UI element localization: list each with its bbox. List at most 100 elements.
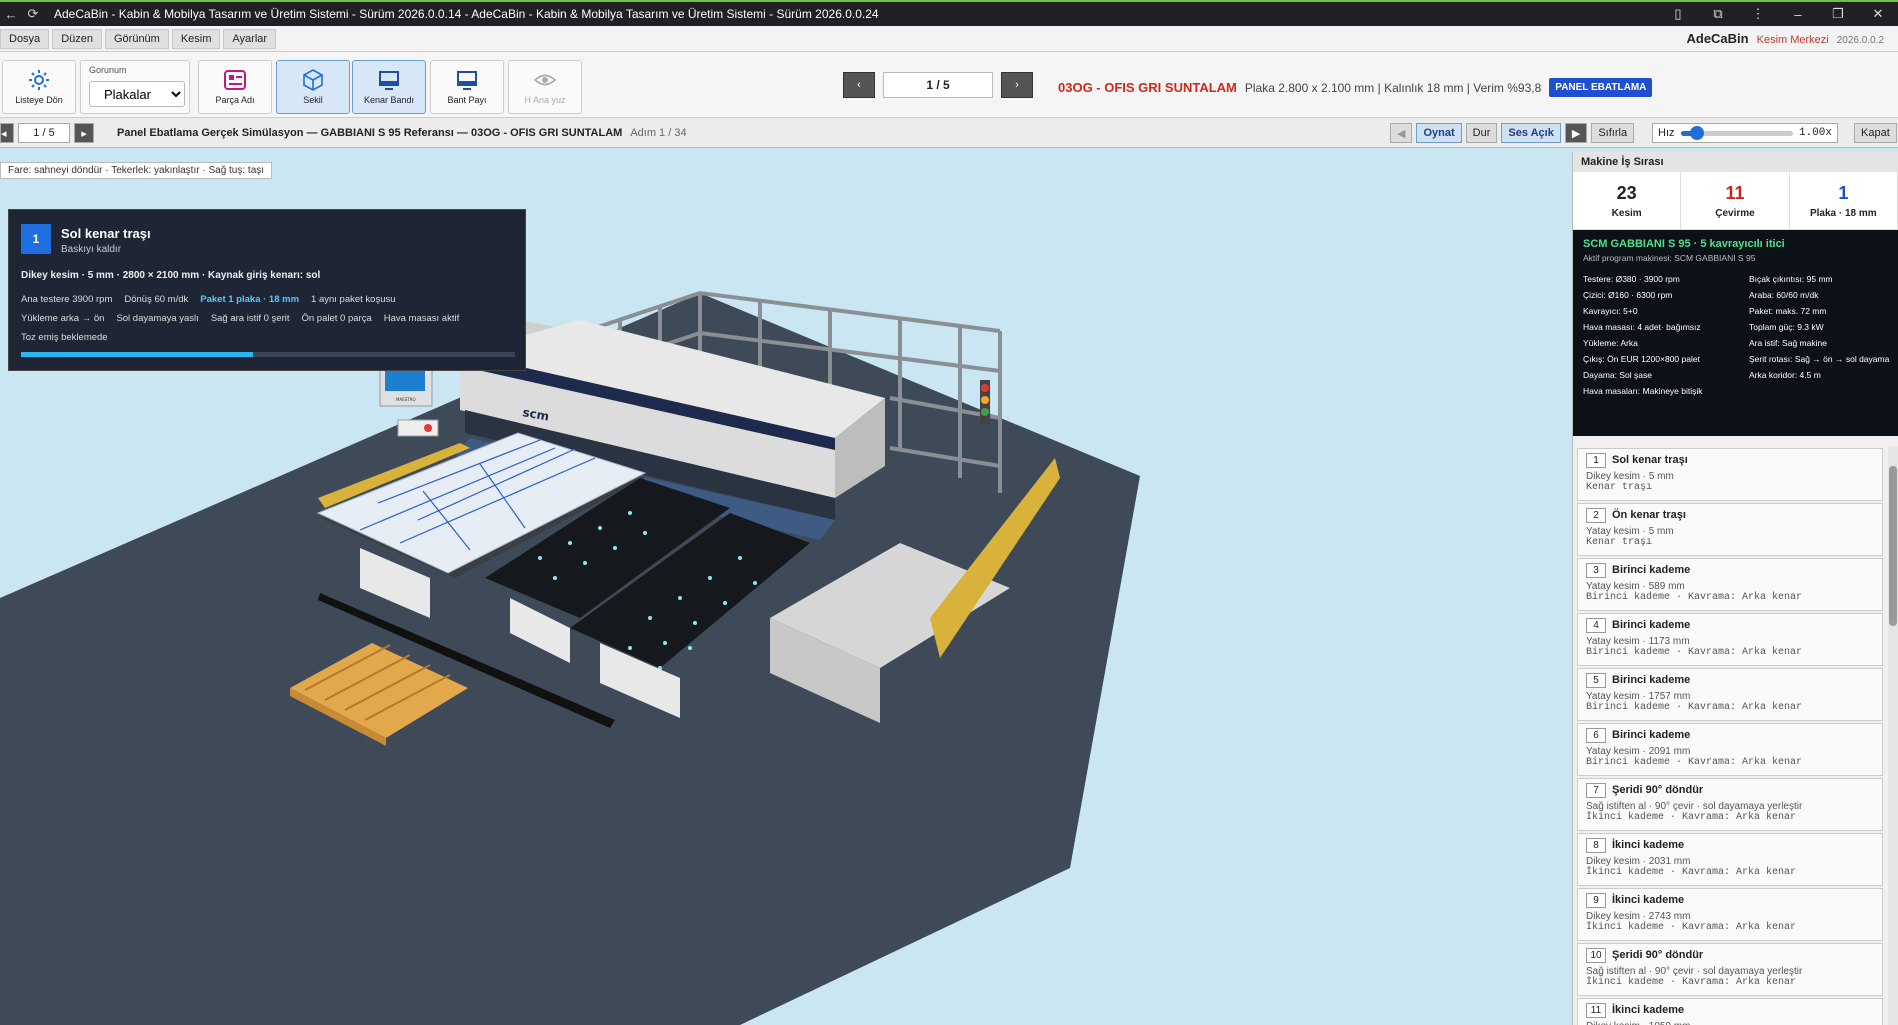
menu-edit[interactable]: Düzen: [52, 28, 102, 49]
job-line-1: Yatay kesim · 1757 mm: [1586, 691, 1691, 702]
material-info: 03OG - OFIS GRI SUNTALAM Plaka 2.800 x 2…: [1058, 78, 1653, 97]
step-info: Yükleme arka → ön: [21, 313, 105, 324]
machine-spec: Çıkış: Ön EUR 1200×800 palet: [1583, 354, 1700, 364]
reload-icon[interactable]: ⟳: [22, 6, 44, 22]
emergency-stop: [424, 424, 432, 432]
eye-icon: [533, 69, 557, 91]
job-item[interactable]: 7 Şeridi 90° döndür Sağ istiften al · 90° …: [1577, 778, 1883, 831]
step-info: Sol dayamaya yaslı: [116, 313, 199, 324]
extensions-icon[interactable]: ⧉: [1698, 6, 1738, 22]
machine-spec: Toplam güç: 9.3 kW: [1749, 322, 1824, 332]
step-row-1: Ana testere 3900 rpm Dönüş 60 m/dk Paket…: [21, 294, 396, 305]
job-item[interactable]: 2 Ön kenar traşı Yatay kesim · 5 mm Kenar t…: [1577, 503, 1883, 556]
step-title: Sol kenar traşı: [61, 226, 151, 241]
machine-spec: Ara istif: Sağ makine: [1749, 338, 1827, 348]
close-button[interactable]: Kapat: [1854, 123, 1897, 143]
back-to-list-button[interactable]: Listeye Dön: [2, 60, 76, 114]
band-share-button[interactable]: Bant Payı: [430, 60, 504, 114]
restore-icon[interactable]: ❐: [1818, 6, 1858, 22]
sim-prev-button[interactable]: ◂: [0, 123, 14, 143]
job-item[interactable]: 4 Birinci kademe Yatay kesim · 1173 mm Biri…: [1577, 613, 1883, 666]
job-number: 5: [1586, 673, 1606, 688]
job-item[interactable]: 6 Birinci kademe Yatay kesim · 2091 mm Biri…: [1577, 723, 1883, 776]
job-item[interactable]: 8 İkinci kademe Dikey kesim · 2031 mm İkinc…: [1577, 833, 1883, 886]
stats-row: 23 Kesim 11 Çevirme 1 Plaka · 18 mm: [1573, 172, 1898, 230]
band-share-label: Bant Payı: [447, 95, 487, 105]
edge-band-button[interactable]: Kenar Bandı: [352, 60, 426, 114]
step-info: Ana testere 3900 rpm: [21, 294, 113, 305]
machine-spec: Yükleme: Arka: [1583, 338, 1638, 348]
job-line-1: Yatay kesim · 2091 mm: [1586, 746, 1691, 757]
job-item[interactable]: 11 İkinci kademe Dikey kesim · 1059 mm: [1577, 998, 1883, 1025]
job-number: 10: [1586, 948, 1606, 963]
machine-spec: Bıçak çıkıntısı: 95 mm: [1749, 274, 1833, 284]
menu-cut[interactable]: Kesim: [171, 28, 221, 49]
menu-settings[interactable]: Ayarlar: [223, 28, 277, 49]
scrollbar-thumb[interactable]: [1889, 466, 1897, 626]
next-plate-button[interactable]: ›: [1001, 72, 1033, 98]
menu-bar: Dosya Düzen Görünüm Kesim Ayarlar AdeCaB…: [0, 26, 1898, 52]
close-window-icon[interactable]: ✕: [1858, 6, 1898, 22]
job-number: 2: [1586, 508, 1606, 523]
minimize-icon[interactable]: –: [1778, 7, 1818, 22]
view-select[interactable]: Plakalar: [89, 81, 185, 107]
play-button[interactable]: Oynat: [1416, 123, 1462, 143]
job-item[interactable]: 9 İkinci kademe Dikey kesim · 2743 mm İkinc…: [1577, 888, 1883, 941]
job-line-2: Birinci kademe · Kavrama: Arka kenar: [1586, 702, 1803, 713]
step-progress-fill: [21, 352, 254, 357]
page-icon[interactable]: ▯: [1658, 6, 1698, 22]
brand-name: AdeCaBin: [1686, 31, 1749, 46]
job-line-1: Dikey kesim · 2743 mm: [1586, 911, 1691, 922]
main-face-button[interactable]: H Ana yuz: [508, 60, 582, 114]
stat-plates: 1 Plaka · 18 mm: [1790, 172, 1898, 229]
shape-label: Sekil: [303, 95, 323, 105]
back-arrow-icon[interactable]: ←: [0, 7, 22, 22]
machine-specs: Testere: Ø380 · 3900 rpm Bıçak çıkıntısı:…: [1583, 273, 1889, 397]
job-list-scrollbar[interactable]: [1888, 446, 1898, 1025]
machine-spec: Hava masası: 4 adet· bağımsız: [1583, 322, 1701, 332]
sound-button[interactable]: Ses Açık: [1501, 123, 1561, 143]
simulation-bar: ◂ 1 / 5 ▸ Panel Ebatlama Gerçek Simülasy…: [0, 118, 1898, 148]
job-number: 3: [1586, 563, 1606, 578]
stat-value: 11: [1725, 182, 1745, 203]
job-line-2: Birinci kademe · Kavrama: Arka kenar: [1586, 757, 1803, 768]
menu-file[interactable]: Dosya: [0, 28, 50, 49]
menu-view[interactable]: Görünüm: [104, 28, 169, 49]
job-number: 11: [1586, 1003, 1606, 1018]
brand: AdeCaBin Kesim Merkezi 2026.0.0.2: [1686, 31, 1884, 46]
sim-page-value: 1 / 5: [18, 123, 70, 143]
stat-cuts: 23 Kesim: [1573, 172, 1682, 229]
job-item[interactable]: 1 Sol kenar traşı Dikey kesim · 5 mm Kenar …: [1577, 448, 1883, 501]
job-title: İkinci kademe: [1612, 894, 1685, 906]
signal-red-light: [981, 384, 989, 392]
machine-spec: [1749, 385, 1897, 397]
job-line-2: Kenar traşı: [1586, 482, 1653, 493]
job-number: 8: [1586, 838, 1606, 853]
job-title: Ön kenar traşı: [1612, 509, 1686, 521]
speed-slider[interactable]: [1680, 125, 1793, 140]
machine-info: SCM GABBIANI S 95 · 5 kavrayıcılı itici …: [1573, 230, 1898, 436]
job-item[interactable]: 3 Birinci kademe Yatay kesim · 589 mm Birin…: [1577, 558, 1883, 611]
job-title: Şeridi 90° döndür: [1612, 784, 1704, 796]
job-title: Şeridi 90° döndür: [1612, 949, 1704, 961]
machine-spec: Araba: 60/60 m/dk: [1749, 290, 1819, 300]
job-line-2: Kenar traşı: [1586, 537, 1653, 548]
shape-button[interactable]: Sekil: [276, 60, 350, 114]
job-item[interactable]: 10 Şeridi 90° döndür Sağ istiften al · 90°…: [1577, 943, 1883, 996]
speed-label: Hız: [1658, 127, 1675, 139]
stop-button[interactable]: Dur: [1465, 123, 1498, 143]
more-menu-icon[interactable]: ⋮: [1738, 6, 1778, 22]
job-title: Birinci kademe: [1612, 674, 1691, 686]
job-item[interactable]: 5 Birinci kademe Yatay kesim · 1757 mm Biri…: [1577, 668, 1883, 721]
reset-button[interactable]: Sıfırla: [1591, 123, 1635, 143]
sim-next-button[interactable]: ▸: [74, 123, 94, 143]
sim-title: Panel Ebatlama Gerçek Simülasyon — GABBI…: [117, 127, 687, 139]
part-name-button[interactable]: Parça Adı: [198, 60, 272, 114]
job-line-1: Sağ istiften al · 90° çevir · sol dayama…: [1586, 966, 1803, 977]
sim-back-button[interactable]: ◀: [1390, 123, 1413, 143]
step-forward-button[interactable]: ▶: [1564, 123, 1588, 143]
speed-slider-knob[interactable]: [1690, 125, 1705, 140]
job-queue-panel: Makine İş Sırası 23 Kesim 11 Çevirme 1 Plak…: [1572, 152, 1898, 1025]
signal-green-light: [981, 408, 989, 416]
prev-plate-button[interactable]: ‹: [843, 72, 875, 98]
